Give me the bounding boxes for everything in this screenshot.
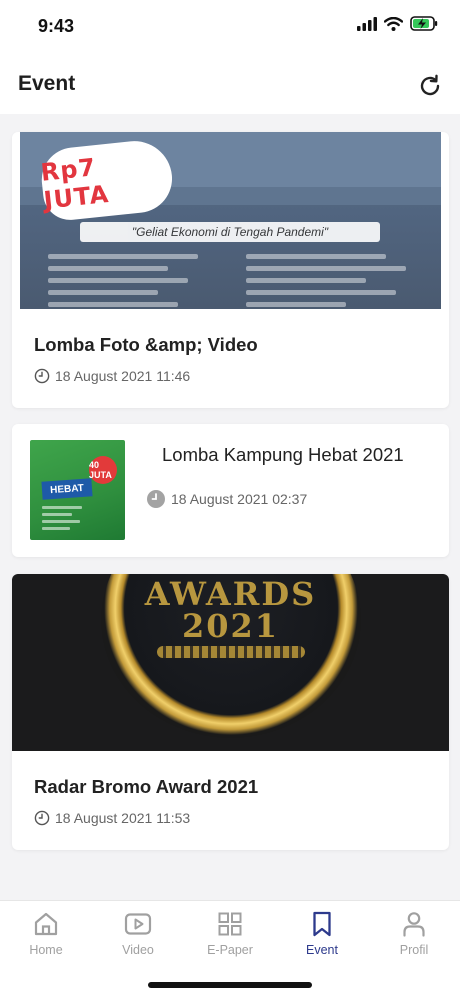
event-date-text: 18 August 2021 02:37 xyxy=(171,491,308,507)
event-title: Radar Bromo Award 2021 xyxy=(34,776,259,797)
app-header: Event xyxy=(0,58,460,114)
event-thumbnail-image: 40 JUTA HEBAT xyxy=(30,440,125,540)
nav-e-paper[interactable]: E-Paper xyxy=(195,909,265,957)
banner-prize-bubble: Rp7 JUTA xyxy=(38,137,176,223)
refresh-icon xyxy=(420,74,440,96)
nav-label: Video xyxy=(122,943,154,957)
bookmark-icon xyxy=(313,911,331,937)
banner-rules-right xyxy=(246,254,416,309)
event-feed[interactable]: Rp7 JUTA "Geliat Ekonomi di Tengah Pande… xyxy=(0,114,460,900)
banner-prize-text: Rp7 JUTA xyxy=(39,153,111,215)
nav-label: Event xyxy=(306,943,338,957)
nav-home[interactable]: Home xyxy=(11,909,81,957)
nav-label: Home xyxy=(29,943,63,957)
event-date: 18 August 2021 02:37 xyxy=(146,489,307,509)
page-title: Event xyxy=(18,72,76,95)
home-icon xyxy=(34,912,58,936)
video-icon xyxy=(124,913,152,935)
thumb-word: HEBAT xyxy=(41,478,93,500)
nav-profil[interactable]: Profil xyxy=(379,909,449,957)
award-year: 2021 xyxy=(181,607,280,645)
event-card-lomba-foto-video[interactable]: Rp7 JUTA "Geliat Ekonomi di Tengah Pande… xyxy=(12,132,449,408)
event-date-text: 18 August 2021 11:46 xyxy=(55,368,191,384)
banner-rules-left xyxy=(48,254,218,309)
event-banner-image: Rp7 JUTA "Geliat Ekonomi di Tengah Pande… xyxy=(20,132,441,309)
event-date-text: 18 August 2021 11:53 xyxy=(55,810,191,826)
event-title: Lomba Kampung Hebat 2021 xyxy=(162,444,404,465)
bottom-nav: Home Video E-Paper Event Profil xyxy=(0,900,460,995)
banner-tagline-text: "Geliat Ekonomi di Tengah Pandemi" xyxy=(131,225,329,239)
banner-tagline: "Geliat Ekonomi di Tengah Pandemi" xyxy=(80,222,380,242)
wifi-icon xyxy=(384,16,403,31)
home-indicator xyxy=(148,982,312,988)
event-title: Lomba Foto &amp; Video xyxy=(34,334,258,355)
clock-icon xyxy=(34,810,50,826)
nav-label: Profil xyxy=(399,943,429,957)
status-bar: 9:43 xyxy=(0,0,460,58)
event-date: 18 August 2021 11:53 xyxy=(34,810,190,826)
thumb-badge: 40 JUTA xyxy=(89,456,117,484)
user-icon xyxy=(403,912,425,937)
grid-icon xyxy=(218,912,242,936)
refresh-button[interactable] xyxy=(416,72,444,100)
clock-icon xyxy=(147,490,165,508)
nav-video[interactable]: Video xyxy=(103,909,173,957)
event-card-radar-bromo-award[interactable]: AWARDS 2021 Radar Bromo Award 2021 18 Au… xyxy=(12,574,449,850)
nav-event[interactable]: Event xyxy=(287,909,357,957)
award-banner-text: AWARDS 2021 xyxy=(12,578,449,642)
award-word: AWARDS xyxy=(144,575,317,613)
event-card-lomba-kampung-hebat[interactable]: 40 JUTA HEBAT Lomba Kampung Hebat 2021 1… xyxy=(12,424,449,557)
award-laurel xyxy=(157,646,305,658)
status-time: 9:43 xyxy=(38,16,75,36)
battery-charging-icon xyxy=(410,16,438,31)
event-date: 18 August 2021 11:46 xyxy=(34,368,190,384)
event-banner-image: AWARDS 2021 xyxy=(12,574,449,751)
signal-icon xyxy=(357,16,377,31)
status-icons xyxy=(357,16,438,31)
clock-icon xyxy=(34,368,50,384)
nav-label: E-Paper xyxy=(207,943,253,957)
